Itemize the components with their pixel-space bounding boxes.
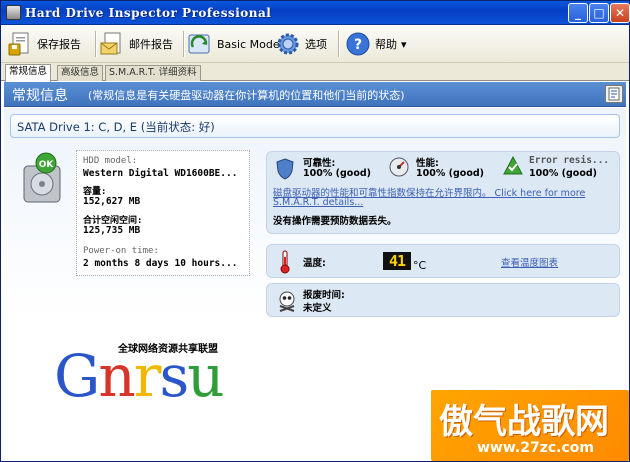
drive-title: SATA Drive 1: C, D, E (当前状态: 好)	[17, 120, 215, 134]
summary-text: 没有操作需要预防数据丢失。	[273, 216, 397, 227]
corner-watermark-text: 傲气战歌网	[439, 402, 609, 442]
toolbar-separator	[95, 31, 96, 57]
corner-watermark: 傲气战歌网 www.27zc.com	[431, 390, 629, 461]
svg-text:?: ?	[354, 37, 362, 53]
model-label: HDD model:	[83, 156, 138, 166]
tab-strip: 常规信息 高级信息 S.M.A.R.T. 详细资料	[1, 63, 629, 82]
temperature-label: 温度:	[303, 258, 326, 269]
section-subtitle: (常规信息是有关硬盘驱动器在你计算机的位置和他们当前的状态)	[88, 89, 405, 102]
gear-icon	[275, 31, 301, 57]
save-report-button[interactable]: 保存报告	[7, 29, 81, 59]
error-resistance-label: Error resis...	[529, 155, 610, 166]
watermark-wordmark: Gnrsu	[54, 342, 225, 410]
basic-mode-icon	[187, 31, 213, 57]
shield-icon	[275, 158, 295, 183]
temperature-unit: °C	[413, 259, 427, 272]
help-button[interactable]: ? 帮助 ▾	[345, 29, 407, 59]
performance-value: 100% (good)	[416, 168, 484, 179]
save-report-label: 保存报告	[37, 38, 81, 51]
skull-icon	[277, 290, 297, 315]
power-on-label: Power-on time:	[83, 246, 159, 256]
hard-drive-icon: OK	[20, 152, 64, 204]
section-title: 常规信息	[12, 88, 68, 104]
error-resistance-value: 100% (good)	[529, 168, 597, 179]
close-button[interactable]: ✕	[610, 3, 630, 23]
section-header: 常规信息 (常规信息是有关硬盘驱动器在你计算机的位置和他们当前的状态)	[4, 82, 626, 107]
mail-report-button[interactable]: 邮件报告	[99, 29, 173, 59]
reliability-value: 100% (good)	[303, 168, 371, 179]
notes-icon[interactable]	[605, 85, 623, 103]
app-window: Hard Drive Inspector Professional _ □ ✕ …	[0, 0, 630, 462]
power-on-value: 2 months 8 days 10 hours...	[83, 258, 238, 269]
toolbar-separator	[183, 31, 184, 57]
minimize-button[interactable]: _	[568, 3, 588, 23]
thermometer-icon	[279, 250, 291, 277]
window-title: Hard Drive Inspector Professional	[25, 6, 272, 20]
app-icon	[6, 5, 21, 20]
tab-smart[interactable]: S.M.A.R.T. 详细资料	[105, 65, 201, 81]
temperature-chart-link[interactable]: 查看温度图表	[501, 255, 558, 269]
ok-badge: OK	[39, 160, 55, 170]
mail-report-icon	[99, 31, 125, 57]
free-space-value: 125,735 MB	[83, 225, 141, 236]
help-icon: ?	[345, 31, 371, 57]
chevron-down-icon: ▾	[401, 37, 407, 51]
watermark-letter: r	[133, 342, 162, 410]
help-label: 帮助	[375, 38, 397, 51]
reliability-label: 可靠性:	[303, 158, 336, 169]
failure-time-label: 报废时间:	[303, 290, 345, 301]
drive-title-bar[interactable]: SATA Drive 1: C, D, E (当前状态: 好)	[10, 114, 620, 138]
toolbar: 保存报告 邮件报告 Basic Mode 选项 ? 帮助 ▾	[1, 25, 629, 63]
watermark-letter: s	[159, 342, 189, 410]
temperature-value: 41	[383, 252, 411, 270]
tab-general[interactable]: 常规信息	[5, 64, 52, 82]
smart-details-link[interactable]: S.M.A.R.T. details...	[273, 197, 363, 208]
watermark-logo: 全球网络资源共享联盟 Gnrsu	[54, 340, 254, 420]
watermark-letter: G	[54, 342, 100, 410]
error-resistance-icon	[503, 155, 523, 179]
options-button[interactable]: 选项	[275, 29, 327, 59]
mail-report-label: 邮件报告	[129, 38, 173, 51]
basic-mode-label: Basic Mode	[217, 37, 280, 51]
maximize-button[interactable]: □	[589, 3, 609, 23]
watermark-letter: u	[187, 342, 224, 410]
title-bar[interactable]: Hard Drive Inspector Professional _ □ ✕	[1, 1, 630, 25]
corner-watermark-url: www.27zc.com	[477, 440, 594, 456]
status-panel: 可靠性: 100% (good) 性能: 100% (good) Error r…	[266, 151, 620, 234]
temperature-panel: 温度: 41 °C 查看温度图表	[266, 244, 620, 278]
failure-time-value: 未定义	[303, 303, 332, 314]
gauge-icon	[389, 157, 409, 180]
model-value: Western Digital WD1600BE...	[83, 168, 238, 179]
capacity-value: 152,627 MB	[83, 196, 141, 207]
basic-mode-button[interactable]: Basic Mode	[187, 29, 280, 59]
toolbar-separator	[338, 31, 339, 57]
watermark-letter: n	[98, 342, 135, 410]
performance-label: 性能:	[416, 158, 439, 169]
options-label: 选项	[305, 38, 327, 51]
failure-time-panel: 报废时间: 未定义	[266, 283, 620, 317]
tab-advanced[interactable]: 高级信息	[57, 65, 104, 81]
drive-details-box: HDD model: Western Digital WD1600BE... 容…	[76, 150, 250, 276]
save-report-icon	[7, 31, 33, 57]
